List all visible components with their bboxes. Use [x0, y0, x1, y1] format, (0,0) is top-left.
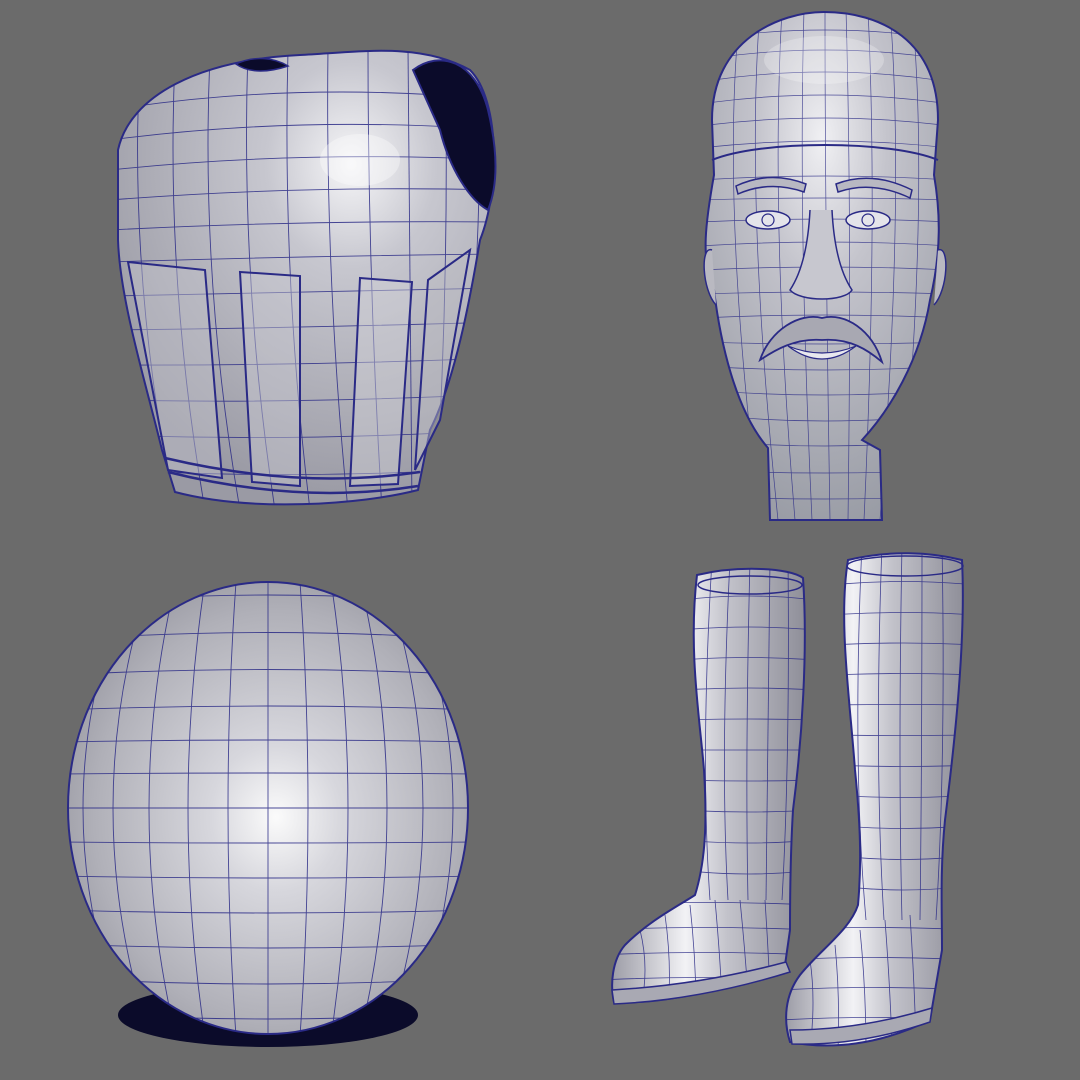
boot-right[interactable]: [780, 545, 975, 1050]
boots-model[interactable]: [600, 545, 975, 1050]
scene-canvas[interactable]: [0, 0, 1080, 1080]
torso-armor-model[interactable]: [110, 48, 500, 510]
sphere-model[interactable]: [60, 580, 476, 1047]
head-model[interactable]: [700, 10, 950, 521]
viewport-3d[interactable]: [0, 0, 1080, 1080]
boot-left[interactable]: [600, 560, 815, 1010]
